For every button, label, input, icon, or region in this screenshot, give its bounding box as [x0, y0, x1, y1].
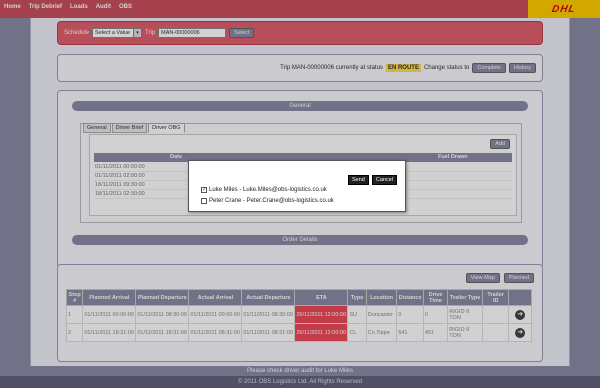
driver-option[interactable]: ✓ Luke Miles - Luke.Miles@obs-logistics.…: [201, 187, 327, 193]
checkbox-checked[interactable]: ✓: [201, 187, 207, 193]
cancel-button[interactable]: Cancel: [371, 175, 397, 185]
send-button[interactable]: Send: [348, 175, 369, 185]
modal-buttons: Send Cancel: [348, 175, 397, 185]
driver-option-label: Luke Miles - Luke.Miles@obs-logistics.co…: [209, 187, 327, 193]
driver-option[interactable]: Peter Crane - Peter.Crane@obs-logistics.…: [201, 198, 334, 204]
checkbox-unchecked[interactable]: [201, 198, 207, 204]
driver-select-modal: Send Cancel ✓ Luke Miles - Luke.Miles@ob…: [188, 160, 406, 212]
driver-option-label: Peter Crane - Peter.Crane@obs-logistics.…: [209, 198, 334, 204]
